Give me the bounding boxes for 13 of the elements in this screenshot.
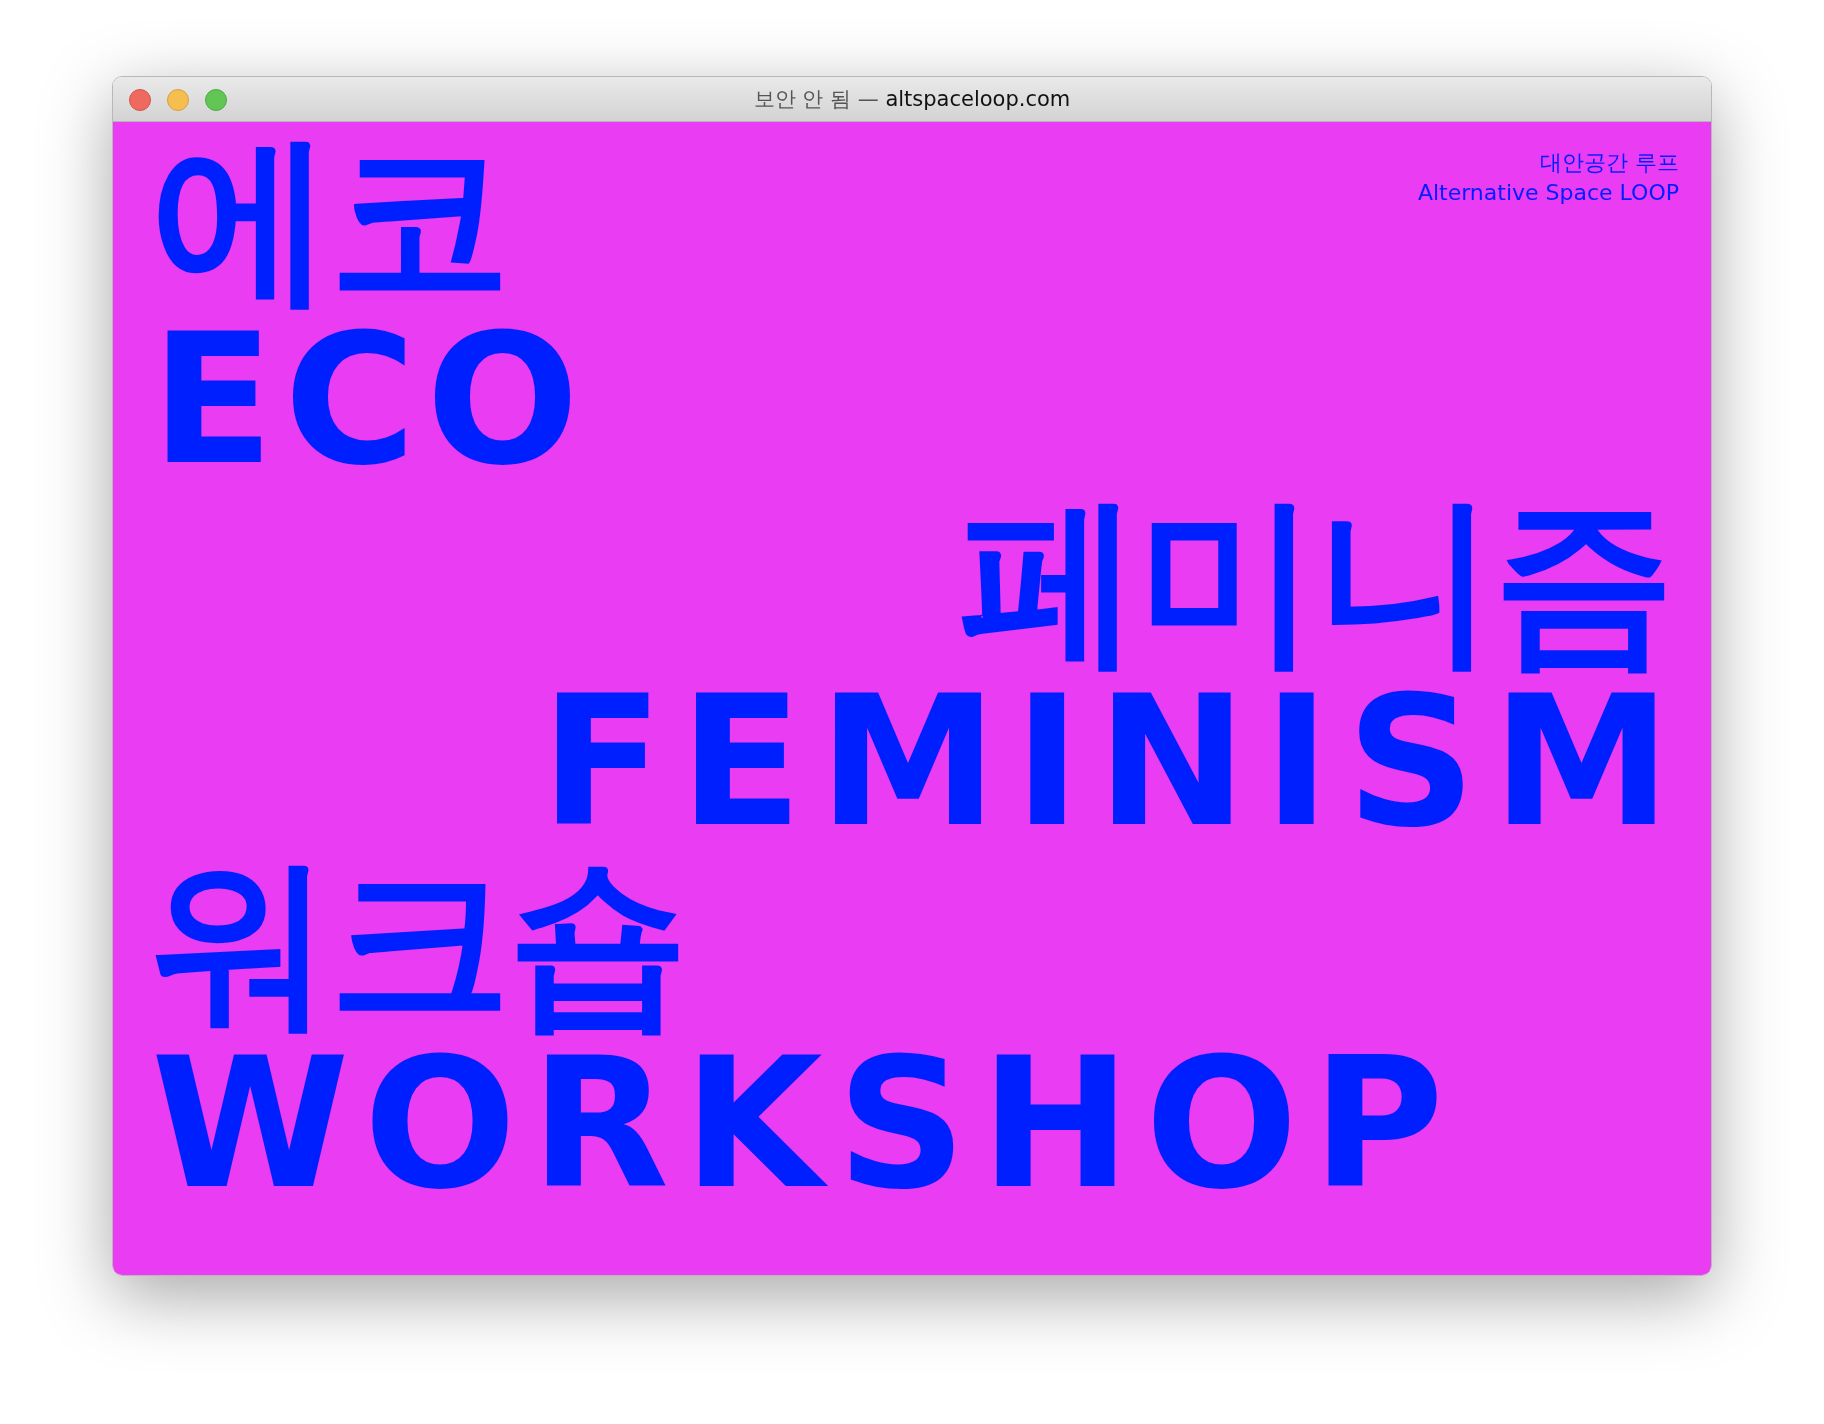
window-title: altspaceloop.com xyxy=(885,87,1071,111)
minimize-button[interactable] xyxy=(167,89,189,111)
security-label: 보안 안 됨 — xyxy=(753,87,879,111)
headline-text: FEMINISM xyxy=(540,673,1687,851)
headline-text: 워크숍 xyxy=(151,850,685,1036)
site-name-link[interactable]: 대안공간 루프 xyxy=(1540,150,1679,177)
headline-text: ECO xyxy=(151,311,590,488)
close-button[interactable] xyxy=(129,89,151,111)
headline-text: WORKSHOP xyxy=(151,1035,1458,1213)
headline-text: 에코 xyxy=(151,126,507,312)
site-name-link[interactable]: Alternative Space LOOP xyxy=(1417,180,1679,207)
zoom-button[interactable] xyxy=(205,89,227,111)
headline-text: 페미니즘 xyxy=(959,488,1671,674)
